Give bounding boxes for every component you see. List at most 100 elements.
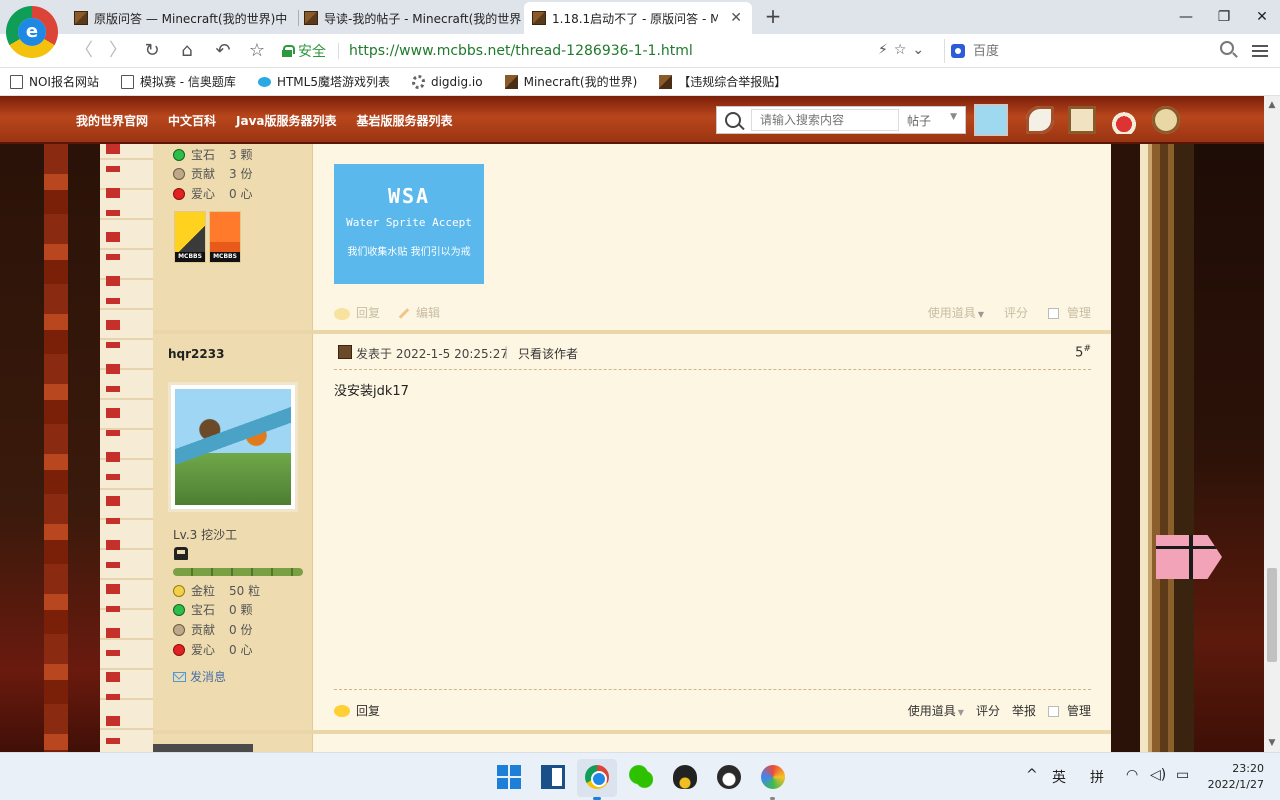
stat-value: 0 颗 (229, 603, 253, 617)
post-time: 发表于 2022-1-5 20:25:27 (356, 347, 508, 361)
restore-button[interactable]: ❐ (1204, 0, 1244, 34)
edit-button[interactable]: 编辑 (398, 304, 440, 321)
manage-checkbox[interactable]: 管理 (1047, 304, 1091, 321)
nav-wiki[interactable]: 中文百科 (168, 112, 216, 129)
close-tab-icon[interactable]: ✕ (730, 10, 742, 26)
wifi-icon[interactable]: ◠ (1126, 767, 1138, 783)
browser-logo-letter: e (18, 18, 46, 46)
reply-button[interactable]: 回复 (334, 702, 380, 719)
qq-game-icon[interactable] (717, 765, 741, 789)
user-group-icon (174, 547, 188, 560)
system-clock[interactable]: 23:20 2022/1/27 (1204, 761, 1264, 793)
paint-icon[interactable] (761, 765, 785, 789)
wechat-icon[interactable] (629, 765, 653, 789)
windows-start-icon[interactable] (497, 765, 521, 789)
search-input[interactable] (973, 43, 1193, 59)
nav-official-site[interactable]: 我的世界官网 (76, 112, 148, 129)
scroll-thumb[interactable] (1267, 568, 1277, 662)
cloud-icon (257, 76, 271, 87)
potion-icon[interactable] (1110, 106, 1138, 134)
floor-number[interactable]: 5# (1075, 344, 1091, 360)
bookmark-star-button[interactable]: ☆ (245, 40, 269, 62)
scroll-down-arrow-icon[interactable]: ▼ (1267, 738, 1277, 748)
browser-logo-icon[interactable]: e (6, 6, 58, 58)
send-message-label: 发消息 (190, 670, 227, 684)
page-scrollbar[interactable]: ▲ ▼ (1264, 96, 1280, 752)
search-scope-select[interactable]: 帖子 ▼ (899, 112, 965, 129)
minimize-button[interactable]: — (1166, 0, 1206, 34)
widgets-icon[interactable] (541, 765, 565, 789)
volume-icon[interactable]: ◁) (1150, 767, 1166, 783)
use-tool-button[interactable]: 使用道具 ▼ (928, 304, 984, 321)
bookmark-item[interactable]: NOI报名网站 (10, 73, 99, 90)
bookmark-item[interactable]: 【违规综合举报贴】 (659, 73, 786, 90)
plant-medal-icon[interactable]: MCBBS (209, 211, 241, 263)
bookmark-item[interactable]: HTML5魔塔游戏列表 (257, 73, 390, 90)
author-username[interactable]: hqr2233 (168, 347, 224, 361)
stat-row: 金粒 50 粒 (173, 582, 260, 599)
tab-qa[interactable]: 原版问答 — Minecraft(我的世界)中 (66, 2, 298, 34)
post-actions: 回复 编辑 使用道具 ▼ 评分 管理 (334, 302, 1111, 322)
undo-close-button[interactable]: ↶ (211, 40, 235, 62)
rate-button[interactable]: 评分 (1004, 304, 1028, 321)
reload-button[interactable]: ↻ (140, 40, 164, 62)
browser-taskbar-icon[interactable] (585, 765, 609, 789)
stat-key: 贡献 (191, 167, 216, 181)
chevron-down-icon[interactable]: ⌄ (912, 42, 930, 58)
show-hidden-icons-chevron-icon[interactable]: ^ (1026, 767, 1038, 783)
back-button[interactable]: 〈 (72, 40, 96, 62)
use-tool-button[interactable]: 使用道具 ▼ (908, 702, 964, 719)
tab-bar: e 原版问答 — Minecraft(我的世界)中 导读-我的帖子 - Mine… (0, 0, 1280, 58)
ime-mode[interactable]: 拼 (1090, 767, 1104, 787)
site-search-button[interactable] (974, 104, 1008, 136)
bookmark-label: HTML5魔塔游戏列表 (276, 75, 390, 89)
qq-icon[interactable] (673, 765, 697, 789)
pickaxe-medal-icon[interactable]: MCBBS (174, 211, 206, 263)
checkbox[interactable] (1047, 308, 1059, 319)
palette-icon[interactable] (1152, 106, 1180, 134)
send-message-link[interactable]: 发消息 (173, 668, 226, 685)
tab-current-thread[interactable]: 1.18.1启动不了 - 原版问答 - Mi ✕ (524, 2, 752, 34)
address-bar[interactable]: 安全 https://www.mcbbs.net/thread-1286936-… (282, 39, 942, 63)
forward-button[interactable]: 〉 (106, 40, 130, 62)
tab-my-posts[interactable]: 导读-我的帖子 - Minecraft(我的世界 (296, 2, 526, 34)
bookmark-item[interactable]: digdig.io (411, 74, 483, 89)
home-button[interactable]: ⌂ (175, 40, 199, 62)
site-search: 帖子 ▼ (716, 106, 966, 134)
reply-button[interactable]: 回复 (334, 304, 380, 321)
manage-checkbox[interactable]: 管理 (1047, 702, 1091, 719)
report-button[interactable]: 举报 (1012, 702, 1036, 719)
edit-label: 编辑 (416, 306, 441, 320)
bookmark-item[interactable]: Minecraft(我的世界) (504, 73, 637, 90)
page-viewport: 我的世界官网 中文百科 Java版服务器列表 基岩版服务器列表 帖子 ▼ 宝石 3 … (0, 96, 1264, 752)
new-tab-button[interactable]: + (762, 4, 784, 30)
search-icon[interactable] (1220, 41, 1234, 55)
checkbox[interactable] (1047, 706, 1059, 717)
battery-icon[interactable]: ▭ (1176, 767, 1189, 783)
address-tools[interactable]: ⚡☆⌄ (878, 42, 930, 58)
taskbar: ^ 英 拼 ◠ ◁) ▭ 23:20 2022/1/27 (0, 752, 1280, 800)
bookmark-label: 模拟赛 - 信奥题库 (139, 75, 236, 89)
close-window-button[interactable]: ✕ (1242, 0, 1280, 34)
favorite-star-icon[interactable]: ☆ (894, 42, 913, 58)
ime-language[interactable]: 英 (1052, 767, 1066, 787)
bookmark-label: 【违规综合举报贴】 (678, 75, 787, 89)
site-search-input[interactable] (751, 109, 899, 131)
post-actions: 回复 使用道具 ▼ 评分 举报 管理 (334, 700, 1091, 720)
search-icon[interactable] (725, 112, 741, 128)
scroll-up-arrow-icon[interactable]: ▲ (1267, 100, 1277, 110)
message-icon[interactable] (1026, 106, 1054, 134)
url-text[interactable]: https://www.mcbbs.net/thread-1286936-1-1… (349, 43, 693, 59)
author-only-link[interactable]: 只看该作者 (518, 345, 578, 362)
task-box-icon[interactable] (1068, 106, 1096, 134)
avatar[interactable] (168, 382, 298, 512)
menu-icon[interactable] (1250, 42, 1270, 60)
medal-label: MCBBS (210, 252, 240, 262)
nav-java-servers[interactable]: Java版服务器列表 (236, 112, 336, 129)
bookmark-item[interactable]: 模拟赛 - 信奥题库 (120, 73, 236, 90)
lightning-icon[interactable]: ⚡ (878, 42, 894, 58)
rate-button[interactable]: 评分 (976, 702, 1000, 719)
search-engine-box[interactable] (944, 39, 1240, 63)
gem-icon (173, 148, 185, 161)
nav-bedrock-servers[interactable]: 基岩版服务器列表 (357, 112, 453, 129)
